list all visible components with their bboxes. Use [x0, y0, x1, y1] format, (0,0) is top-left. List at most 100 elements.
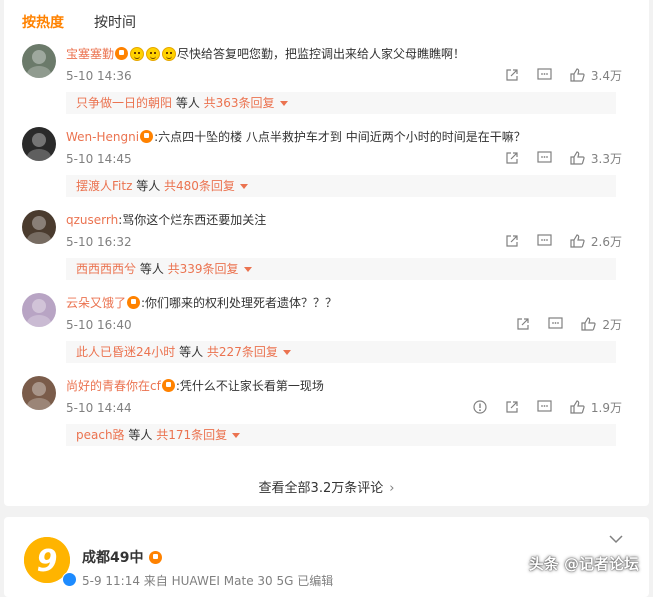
reply-count[interactable]: 共227条回复: [207, 345, 278, 359]
comment-item: qzuserrh:骂你这个烂东西还要加关注 5-10 16:32 2.6万 西西西西兮…: [4, 206, 649, 289]
avatar[interactable]: [22, 44, 56, 78]
reply-summary[interactable]: peach路 等人 共171条回复: [66, 424, 616, 446]
comment-button[interactable]: [548, 317, 563, 331]
tab-time[interactable]: 按时间: [94, 12, 136, 32]
reply-summary[interactable]: 西西西西兮 等人 共339条回复: [66, 258, 616, 280]
tab-hot[interactable]: 按热度: [22, 12, 64, 32]
member-badge-icon: [140, 130, 154, 143]
comment-item: 宝塞塞勤 尽快给答复吧您勤，把监控调出来给人家父母瞧瞧啊！ 5-10 14:36 3.…: [4, 40, 649, 123]
share-icon: [505, 234, 519, 248]
view-all-label: 查看全部3.2万条评论: [258, 481, 384, 496]
like-button[interactable]: 2.6万: [570, 233, 622, 250]
reply-summary[interactable]: 此人已昏迷24小时 等人 共227条回复: [66, 341, 616, 363]
caret-down-icon: [239, 184, 248, 189]
comment-username[interactable]: 宝塞塞勤: [66, 47, 114, 61]
comment-text: :凭什么不让家长看第一现场: [175, 379, 324, 393]
verified-badge-icon: [62, 572, 77, 587]
share-icon: [505, 68, 519, 82]
reply-username[interactable]: 只争做一日的朝阳: [76, 96, 172, 110]
svg-text:9: 9: [37, 544, 58, 579]
reply-mid: 等人: [175, 345, 207, 359]
comment-username[interactable]: Wen-Hengni: [66, 130, 139, 144]
reply-count[interactable]: 共171条回复: [156, 428, 227, 442]
comment-line: qzuserrh:骂你这个烂东西还要加关注: [66, 212, 636, 228]
share-button[interactable]: [505, 400, 519, 414]
comment-button[interactable]: [537, 68, 552, 82]
share-icon: [516, 317, 530, 331]
comment-actions: 2.6万: [487, 233, 622, 249]
like-icon: [570, 68, 585, 82]
chevron-down-icon[interactable]: [609, 529, 623, 548]
report-button[interactable]: [473, 400, 487, 414]
share-button[interactable]: [505, 234, 519, 248]
like-button[interactable]: 1.9万: [570, 399, 622, 416]
share-button[interactable]: [505, 151, 519, 165]
comment-actions: 3.4万: [487, 67, 622, 83]
comment-username[interactable]: 云朵又饿了: [66, 296, 126, 310]
like-count: 3.3万: [590, 151, 622, 166]
reply-username[interactable]: 摆渡人Fitz: [76, 179, 132, 193]
like-icon: [570, 151, 585, 165]
comment-item: 尚好的青春你在cf:凭什么不让家长看第一现场 5-10 14:44 1.9万 peac…: [4, 372, 649, 455]
reply-summary[interactable]: 摆渡人Fitz 等人 共480条回复: [66, 175, 616, 197]
feed-author-label: 成都49中: [82, 550, 144, 566]
comment-item: Wen-Hengni:六点四十坠的楼 八点半救护车才到 中间近两个小时的时间是在…: [4, 123, 649, 206]
emoji-icon: [146, 47, 161, 61]
caret-down-icon: [232, 433, 241, 438]
reply-username[interactable]: 西西西西兮: [76, 262, 136, 276]
avatar[interactable]: [22, 376, 56, 410]
comment-line: 尚好的青春你在cf :凭什么不让家长看第一现场: [66, 378, 636, 394]
like-button[interactable]: 3.3万: [570, 150, 622, 167]
comment-line: Wen-Hengni:六点四十坠的楼 八点半救护车才到 中间近两个小时的时间是在…: [66, 129, 636, 145]
member-badge-icon: [127, 296, 141, 309]
comment-button[interactable]: [537, 234, 552, 248]
feed-author-name[interactable]: 成都49中: [82, 547, 163, 567]
comment-icon: [537, 400, 552, 414]
watermark: 头条 @记者论坛: [528, 555, 639, 573]
share-icon: [505, 400, 519, 414]
comment-username[interactable]: 尚好的青春你在cf: [66, 379, 161, 393]
comment-time: 5-10 16:40: [66, 318, 132, 332]
comment-time: 5-10 14:45: [66, 152, 132, 166]
like-count: 1.9万: [590, 400, 622, 415]
reply-mid: 等人: [132, 179, 165, 193]
chevron-right-icon: ›: [389, 481, 395, 496]
reply-username[interactable]: 此人已昏迷24小时: [76, 345, 175, 359]
reply-username[interactable]: peach路: [76, 428, 125, 442]
sort-tabs: 按热度 按时间: [4, 0, 649, 40]
like-count: 3.4万: [590, 68, 622, 83]
comment-button[interactable]: [537, 400, 552, 414]
comment-icon: [548, 317, 563, 331]
avatar[interactable]: [22, 293, 56, 327]
comment-text: :骂你这个烂东西还要加关注: [118, 213, 267, 227]
reply-count[interactable]: 共480条回复: [164, 179, 235, 193]
reply-count[interactable]: 共339条回复: [168, 262, 239, 276]
member-badge-icon: [161, 379, 175, 392]
member-badge-icon: [115, 47, 129, 60]
caret-down-icon: [279, 101, 288, 106]
report-icon: [473, 400, 487, 414]
emoji-icon: [130, 47, 145, 61]
comments-card: 按热度 按时间 宝塞塞勤 尽快给答复吧您勤，把监控调出来给人家父母瞧瞧啊！ 5-10…: [4, 0, 649, 506]
reply-count[interactable]: 共363条回复: [204, 96, 275, 110]
comment-text: 尽快给答复吧您勤，把监控调出来给人家父母瞧瞧啊！: [177, 47, 466, 61]
avatar[interactable]: [22, 127, 56, 161]
like-button[interactable]: 2万: [581, 316, 622, 333]
share-button[interactable]: [505, 68, 519, 82]
comment-time: 5-10 14:36: [66, 69, 132, 83]
emoji-icon: [162, 47, 177, 61]
comment-button[interactable]: [537, 151, 552, 165]
share-button[interactable]: [516, 317, 530, 331]
comment-username[interactable]: qzuserrh: [66, 213, 118, 227]
like-count: 2万: [602, 317, 622, 332]
comment-item: 云朵又饿了:你们哪来的权利处理死者遗体？？？ 5-10 16:40 2万 此人已昏迷2…: [4, 289, 649, 372]
like-count: 2.6万: [590, 234, 622, 249]
share-icon: [505, 151, 519, 165]
like-button[interactable]: 3.4万: [570, 67, 622, 84]
comment-icon: [537, 151, 552, 165]
avatar[interactable]: [22, 210, 56, 244]
comment-icon: [537, 68, 552, 82]
view-all-comments-link[interactable]: 查看全部3.2万条评论 ›: [4, 477, 649, 496]
reply-summary[interactable]: 只争做一日的朝阳 等人 共363条回复: [66, 92, 616, 114]
like-icon: [570, 234, 585, 248]
